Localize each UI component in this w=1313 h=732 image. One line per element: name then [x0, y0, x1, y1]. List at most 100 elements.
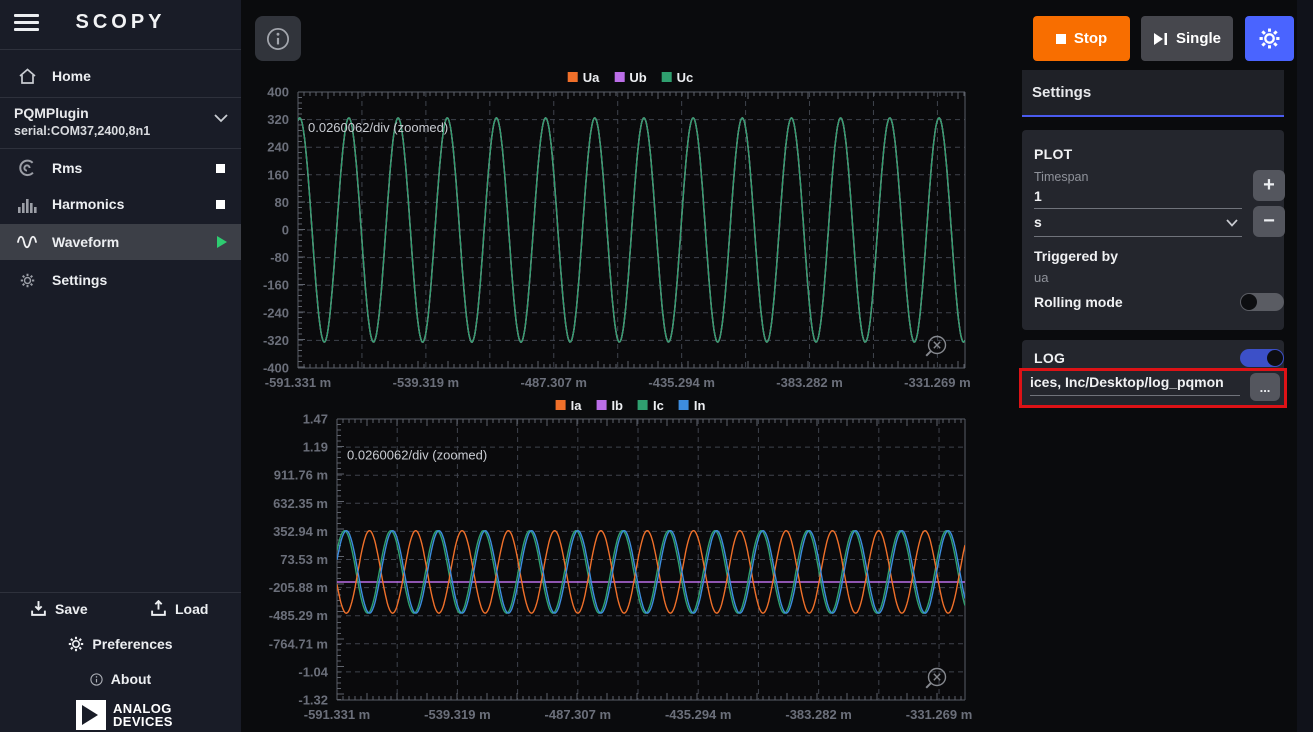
toggle-knob: [1267, 350, 1283, 366]
single-run-icon: [1153, 32, 1168, 46]
legend-swatch-Uc: [662, 72, 672, 82]
svg-text:-539.319 m: -539.319 m: [424, 707, 491, 722]
svg-text:-320: -320: [263, 333, 289, 348]
toggle-knob: [1241, 294, 1257, 310]
log-section-title: LOG: [1034, 350, 1065, 366]
sidebar-item-label: Settings: [52, 272, 107, 288]
legend-label: Ub: [629, 70, 646, 85]
legend-swatch-Ib: [596, 400, 606, 410]
svg-text:-435.294 m: -435.294 m: [665, 707, 732, 722]
preferences-label: Preferences: [92, 636, 172, 652]
brand-line-2: DEVICES: [113, 715, 173, 728]
chevron-down-icon: [1226, 219, 1238, 227]
settings-panel-header: Settings: [1022, 70, 1284, 117]
rolling-mode-toggle[interactable]: [1240, 293, 1284, 311]
timespan-input[interactable]: 1: [1034, 188, 1242, 209]
home-icon: [16, 68, 38, 85]
svg-text:400: 400: [267, 87, 289, 100]
sidebar-item-waveform[interactable]: Waveform: [0, 224, 241, 260]
svg-text:-160: -160: [263, 278, 289, 293]
sidebar-item-home[interactable]: Home: [0, 58, 241, 94]
sidebar-item-label: Waveform: [52, 234, 119, 250]
general-settings-button[interactable]: [1245, 16, 1294, 61]
info-icon: [90, 673, 103, 686]
scopy-logo: SCOPY: [0, 11, 241, 34]
sidebar-plugin-header[interactable]: PQMPlugin serial:COM37,2400,8n1: [0, 100, 241, 147]
plot-section-title: PLOT: [1034, 146, 1073, 162]
legend-label: Ia: [571, 398, 582, 413]
legend-label: Ib: [611, 398, 623, 413]
gear-icon: [16, 273, 38, 288]
waveform-icon: [16, 234, 38, 250]
scroll-strip[interactable]: [1297, 0, 1313, 732]
stop-status-icon[interactable]: [216, 164, 225, 173]
zoom-scale-annotation: 0.0260062/div (zoomed): [347, 448, 487, 463]
svg-text:73.53 m: 73.53 m: [280, 552, 328, 567]
rolling-mode-label: Rolling mode: [1034, 294, 1123, 310]
legend-label: Ua: [583, 70, 600, 85]
svg-text:-205.88 m: -205.88 m: [269, 580, 328, 595]
svg-text:-591.331 m: -591.331 m: [304, 707, 371, 722]
load-label: Load: [175, 601, 208, 617]
rms-icon: [16, 159, 38, 177]
current-waveform-plot[interactable]: 1.471.19911.76 m632.35 m352.94 m73.53 m-…: [245, 414, 981, 726]
legend-label: Uc: [677, 70, 694, 85]
svg-text:-487.307 m: -487.307 m: [545, 707, 612, 722]
svg-text:1.47: 1.47: [303, 414, 328, 427]
settings-panel-title: Settings: [1032, 84, 1091, 101]
about-button[interactable]: About: [0, 671, 241, 687]
svg-text:-383.282 m: -383.282 m: [776, 375, 843, 389]
plugin-serial: serial:COM37,2400,8n1: [14, 124, 150, 138]
divider: [0, 49, 241, 50]
legend-swatch-Ic: [638, 400, 648, 410]
svg-text:-487.307 m: -487.307 m: [521, 375, 588, 389]
plot-settings-card: PLOT Timespan 1 s + − Triggered by ua Ro…: [1022, 130, 1284, 330]
play-status-icon[interactable]: [217, 236, 227, 248]
timespan-label: Timespan: [1034, 170, 1088, 184]
divider: [0, 592, 241, 593]
info-button[interactable]: [255, 16, 301, 61]
preferences-button[interactable]: Preferences: [0, 636, 241, 652]
single-button[interactable]: Single: [1141, 16, 1233, 61]
sidebar-item-settings[interactable]: Settings: [0, 264, 241, 296]
legend-swatch-Ub: [614, 72, 624, 82]
triggered-by-value: ua: [1034, 270, 1048, 285]
svg-text:-1.32: -1.32: [298, 693, 328, 708]
single-label: Single: [1176, 30, 1221, 47]
divider: [0, 97, 241, 98]
load-button[interactable]: Load: [150, 600, 208, 617]
svg-text:-591.331 m: -591.331 m: [265, 375, 332, 389]
svg-text:80: 80: [275, 195, 289, 210]
log-toggle[interactable]: [1240, 349, 1284, 367]
stop-square-icon: [1056, 34, 1066, 44]
legend-label: Ic: [653, 398, 664, 413]
svg-text:911.76 m: 911.76 m: [274, 468, 328, 483]
current-plot-legend: Ia Ib Ic In: [556, 398, 721, 412]
sidebar-item-label: Rms: [52, 160, 82, 176]
stop-status-icon[interactable]: [216, 200, 225, 209]
svg-text:-331.269 m: -331.269 m: [904, 375, 971, 389]
svg-text:-539.319 m: -539.319 m: [393, 375, 460, 389]
timespan-increment-button[interactable]: +: [1253, 170, 1285, 201]
voltage-waveform-plot[interactable]: 400320240160800-80-160-240-320-400-591.3…: [245, 87, 981, 389]
log-path-input[interactable]: ices, Inc/Desktop/log_pqmon: [1030, 374, 1240, 396]
timespan-unit-select[interactable]: s: [1034, 214, 1242, 237]
sidebar-item-label: Harmonics: [52, 196, 124, 212]
svg-text:-240: -240: [263, 305, 289, 320]
browse-button[interactable]: ...: [1250, 373, 1280, 401]
legend-label: In: [694, 398, 706, 413]
sidebar-item-rms[interactable]: Rms: [0, 152, 241, 184]
save-icon: [30, 600, 47, 617]
svg-text:-80: -80: [270, 250, 289, 265]
svg-text:-435.294 m: -435.294 m: [648, 375, 715, 389]
svg-text:-485.29 m: -485.29 m: [269, 608, 328, 623]
legend-swatch-In: [679, 400, 689, 410]
save-button[interactable]: Save: [30, 600, 88, 617]
sidebar: SCOPY Home PQMPlugin serial:COM37,2400,8…: [0, 0, 241, 732]
stop-button[interactable]: Stop: [1033, 16, 1130, 61]
adi-triangle-icon: [76, 700, 106, 730]
zoom-scale-annotation: 0.0260062/div (zoomed): [308, 120, 448, 135]
harmonics-icon: [16, 196, 38, 213]
sidebar-item-harmonics[interactable]: Harmonics: [0, 188, 241, 220]
timespan-decrement-button[interactable]: −: [1253, 206, 1285, 237]
